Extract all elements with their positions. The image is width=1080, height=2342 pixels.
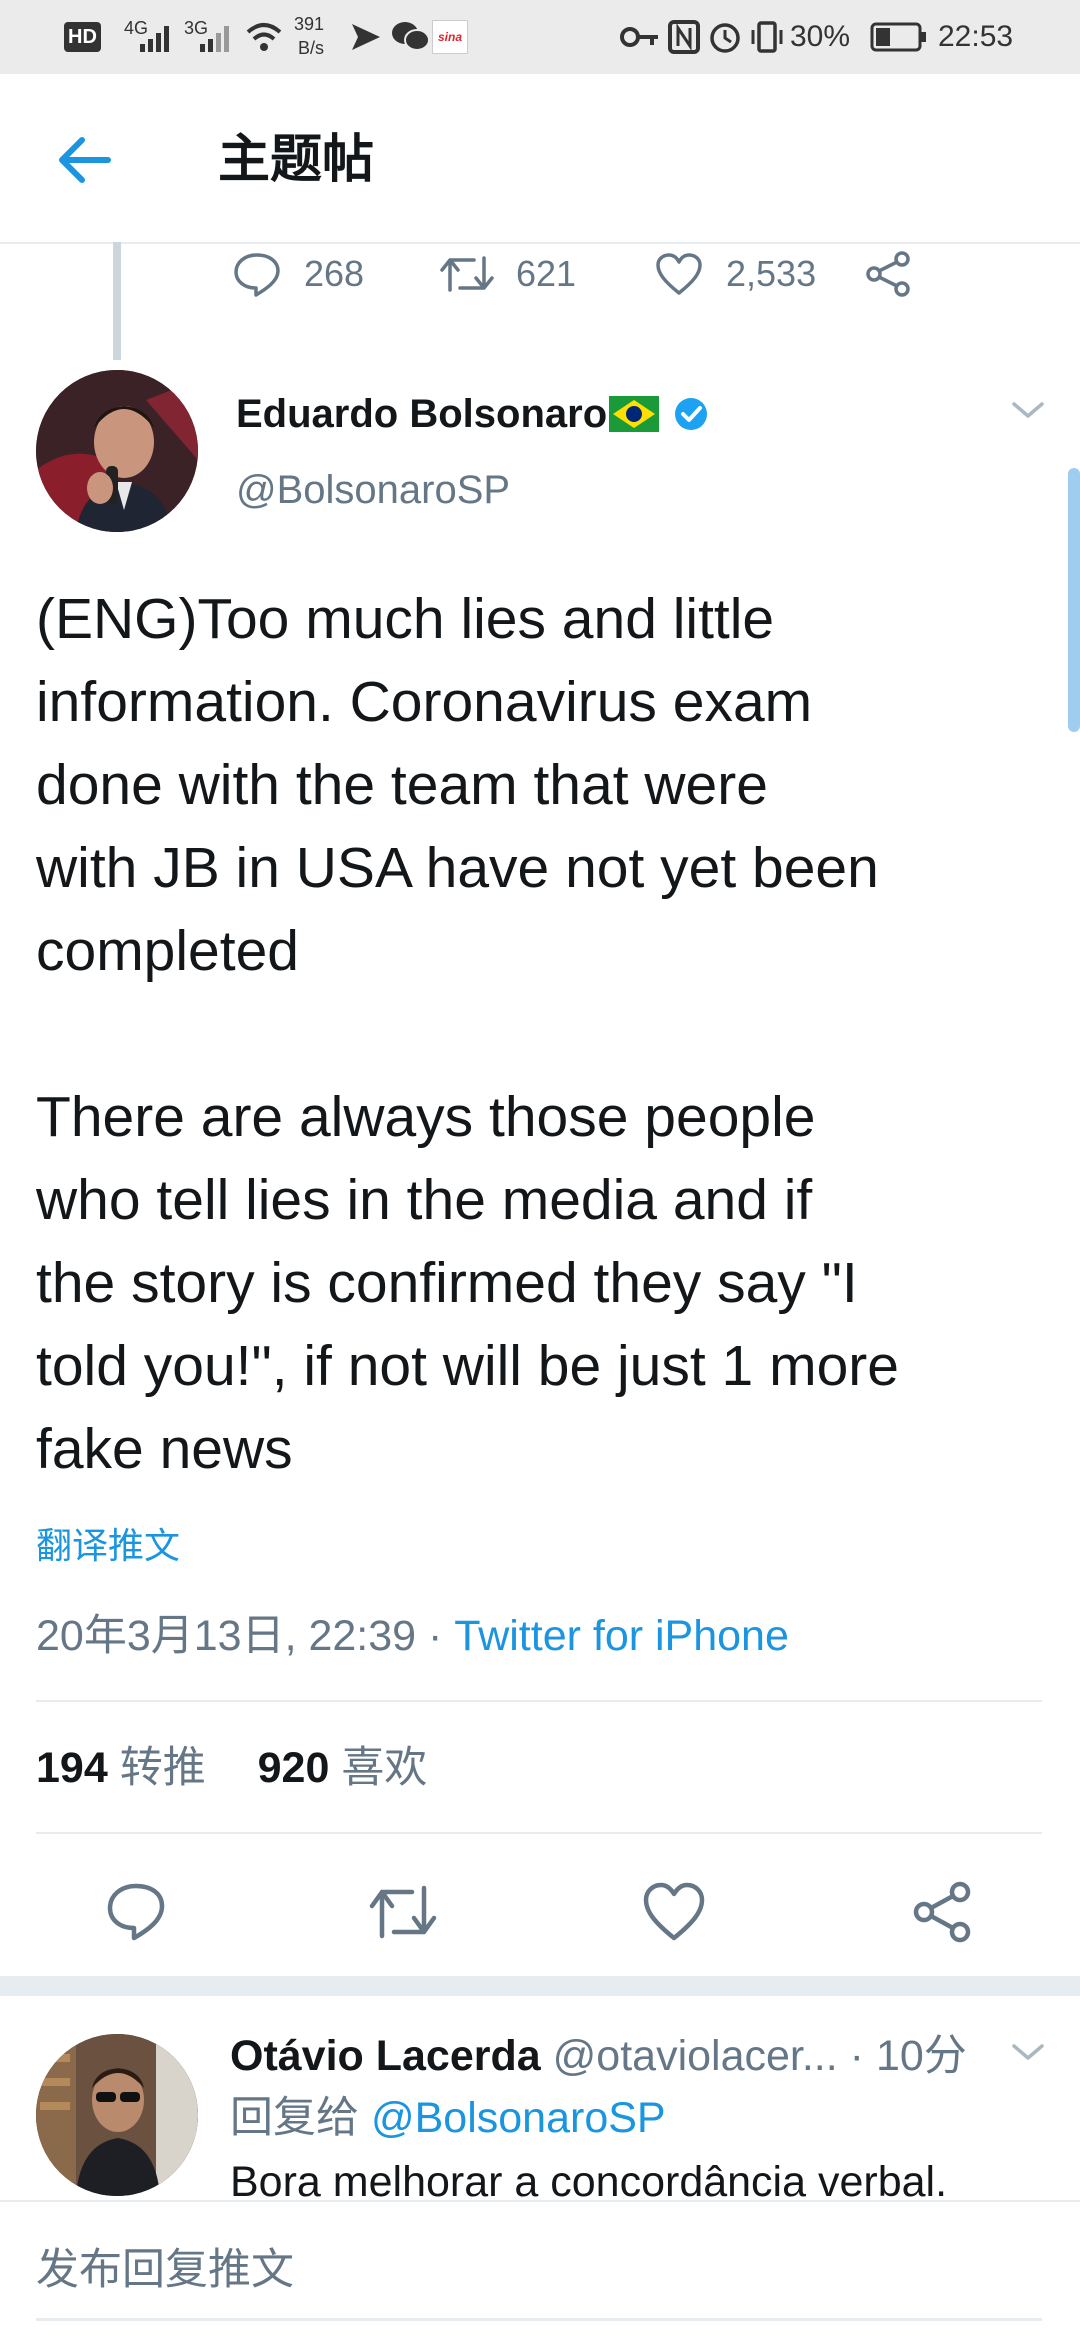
reply-icon: [234, 253, 280, 297]
chevron-down-icon: [1012, 2044, 1044, 2060]
reply-author-avatar[interactable]: [36, 2034, 198, 2196]
retweet-button[interactable]: [368, 1880, 437, 1944]
author-avatar[interactable]: [36, 370, 198, 532]
like-count[interactable]: 920: [258, 1744, 330, 1792]
page-title: 主题帖: [218, 131, 375, 189]
reply-button[interactable]: [104, 1880, 168, 1944]
vibrate-icon: [751, 21, 783, 53]
reply-header: Otávio Lacerda @otaviolacer... · 10分: [230, 2024, 967, 2088]
tweet-menu-button[interactable]: [1010, 398, 1046, 427]
reply-icon: [107, 1883, 165, 1941]
back-arrow-icon: [59, 137, 111, 183]
reply-menu-button[interactable]: [1010, 2040, 1046, 2069]
like-icon: [643, 1882, 705, 1941]
divider: [36, 1832, 1042, 1834]
translate-link[interactable]: 翻译推文: [36, 1518, 180, 1574]
status-bar: HD 4G 3G 391 B/s sina 30% 22:53: [0, 0, 1080, 74]
alarm-icon: [710, 23, 740, 53]
prev-like-button[interactable]: 2,533: [654, 250, 816, 298]
meta-separator: ·: [416, 1612, 455, 1660]
signal-icon: [140, 26, 169, 52]
reply-author-handle[interactable]: @otaviolacer...: [553, 2032, 838, 2080]
prev-like-count: 2,533: [726, 253, 817, 294]
divider: [36, 1700, 1042, 1702]
nfc-icon: [668, 20, 700, 54]
scrollbar[interactable]: [1068, 468, 1080, 732]
prev-share-button[interactable]: [864, 250, 936, 298]
brazil-flag-icon: [609, 396, 660, 432]
back-button[interactable]: [52, 128, 116, 192]
share-icon: [913, 1881, 971, 1943]
like-icon: [656, 253, 702, 295]
prev-retweet-count: 621: [516, 253, 577, 294]
tweet-source-link[interactable]: Twitter for iPhone: [454, 1612, 789, 1660]
author-handle[interactable]: @BolsonaroSP: [236, 462, 510, 518]
tweet-timestamp: 20年3月13日, 22:39: [36, 1612, 417, 1660]
net-speed-unit: B/s: [298, 38, 325, 58]
author-name-row[interactable]: Eduardo Bolsonaro: [236, 386, 711, 442]
signal-icon-2: [200, 26, 229, 52]
clock: 22:53: [938, 20, 1014, 53]
retweet-count[interactable]: 194: [36, 1744, 108, 1792]
reply-text-container: Bora melhorar a concordância verbal.: [230, 2160, 1010, 2200]
sina-app-icon: sina: [432, 20, 468, 54]
reply-time: · 10分: [849, 2032, 967, 2080]
avatar-image: [36, 2034, 198, 2196]
like-label[interactable]: 喜欢: [341, 1744, 427, 1792]
section-separator: [0, 1976, 1080, 1996]
tweet-meta: 20年3月13日, 22:39 · Twitter for iPhone: [36, 1606, 789, 1666]
replying-to-handle[interactable]: @BolsonaroSP: [371, 2094, 666, 2142]
share-icon: [866, 251, 910, 297]
verified-badge-icon: [675, 398, 708, 430]
reply-author-name[interactable]: Otávio Lacerda: [230, 2032, 541, 2080]
tweet-stats: 194 转推 920 喜欢: [36, 1738, 427, 1798]
avatar-image: [36, 370, 198, 532]
reply-text: Bora melhorar a concordância verbal.: [230, 2160, 948, 2200]
send-icon: [352, 24, 380, 50]
thread-connector: [113, 242, 121, 360]
replying-to: 回复给 @BolsonaroSP: [230, 2086, 666, 2150]
replying-to-prefix: 回复给: [230, 2094, 359, 2142]
prev-reply-button[interactable]: 268: [232, 250, 364, 298]
share-button[interactable]: [912, 1880, 976, 1944]
battery-icon: [870, 22, 926, 52]
retweet-label[interactable]: 转推: [120, 1744, 206, 1792]
key-icon: [620, 27, 658, 47]
prev-retweet-button[interactable]: 621: [440, 250, 576, 298]
retweet-icon: [440, 256, 494, 292]
like-button[interactable]: [642, 1880, 706, 1944]
app-bar: [0, 74, 1080, 244]
prev-reply-count: 268: [304, 253, 365, 294]
tweet-text: (ENG)Too much lies and little informatio…: [36, 587, 899, 1481]
reply-compose-input[interactable]: 发布回复推文: [36, 2240, 294, 2300]
hd-badge: HD: [64, 22, 101, 52]
net-speed-value: 391: [294, 14, 325, 34]
retweet-icon: [369, 1885, 437, 1939]
chevron-down-icon: [1012, 402, 1044, 418]
compose-underline: [36, 2318, 1042, 2321]
author-name: Eduardo Bolsonaro: [236, 392, 608, 436]
battery-percent: 30%: [790, 20, 851, 53]
wifi-icon: [246, 23, 282, 51]
wechat-icon: [392, 22, 430, 51]
